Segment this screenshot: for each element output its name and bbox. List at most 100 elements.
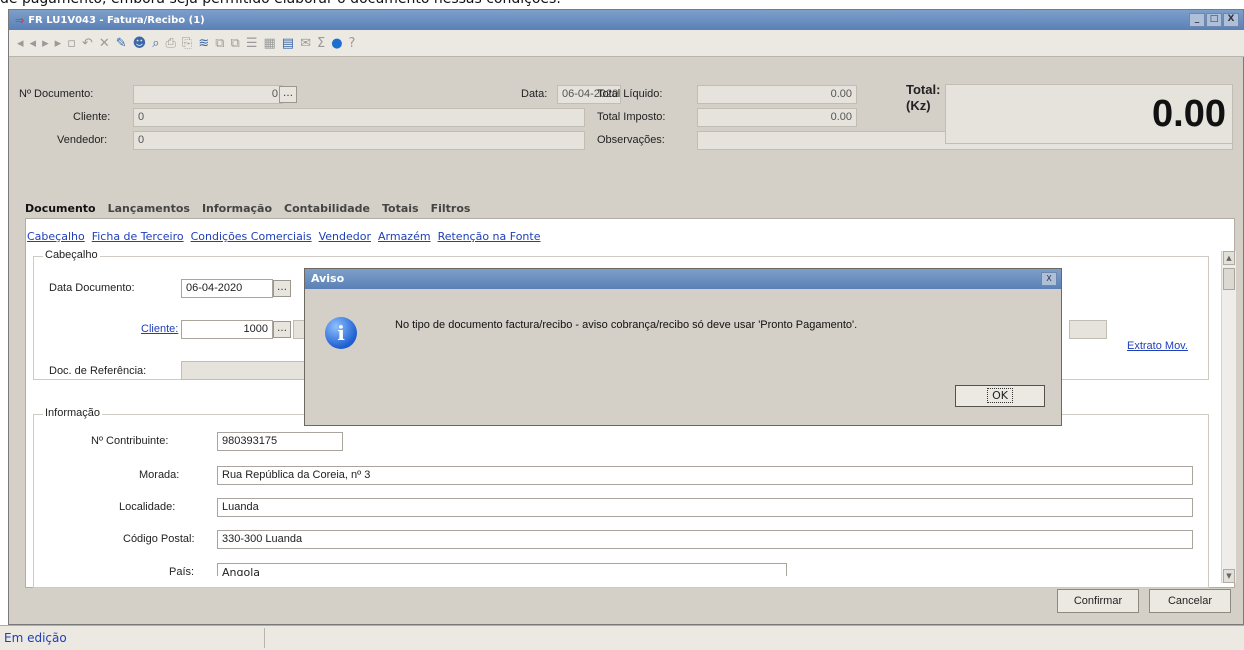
grid-icon[interactable]: ▦ [263, 36, 275, 51]
morada-label: Morada: [139, 469, 180, 481]
print-icon[interactable]: ⎙ [166, 36, 176, 51]
total-display: 0.00 [945, 84, 1233, 144]
cabecalho-title: Cabeçalho [43, 249, 100, 261]
link-condicoes-comerciais[interactable]: Condições Comerciais [191, 230, 312, 243]
tab-contabilidade[interactable]: Contabilidade [284, 202, 370, 215]
reference-doc-field[interactable] [181, 361, 317, 380]
pais-value: Angola [222, 566, 261, 576]
tab-informacao[interactable]: Informação [202, 202, 272, 215]
notes-label: Observações: [597, 134, 665, 146]
nif-field[interactable]: 980393175 [217, 432, 343, 451]
localidade-field[interactable]: Luanda [217, 498, 1193, 517]
mail-icon[interactable]: ✉ [300, 36, 311, 51]
reference-doc-label: Doc. de Referência: [49, 365, 147, 377]
status-divider [264, 628, 265, 648]
total-unit-label: (Kz) [906, 98, 931, 113]
cabecalho-client-field[interactable]: 1000 [181, 320, 273, 339]
paste-icon[interactable]: ⧉ [231, 36, 240, 51]
tab-bar: Documento Lançamentos Informação Contabi… [25, 202, 470, 215]
window-title: FR LU1V043 - Fatura/Recibo (1) [28, 14, 205, 26]
edit-icon[interactable]: ✎ [116, 36, 127, 51]
client-label: Cliente: [73, 111, 111, 123]
doc-date-field[interactable]: 06-04-2020 [181, 279, 273, 298]
tab-filtros[interactable]: Filtros [431, 202, 471, 215]
codigo-postal-label: Código Postal: [123, 533, 195, 545]
doc-number-field[interactable]: 0 [133, 85, 283, 104]
total-label: Total: [906, 82, 941, 97]
info-icon: i [325, 317, 357, 349]
pais-label: País: [169, 566, 195, 576]
copy-icon[interactable]: ⧉ [215, 36, 224, 51]
tax-total-label: Total Imposto: [597, 111, 666, 123]
tab-lancamentos[interactable]: Lançamentos [108, 202, 190, 215]
delete-icon[interactable]: ✕ [99, 36, 110, 51]
doc-date-picker-button[interactable]: … [273, 280, 291, 297]
client-field[interactable]: 0 [133, 108, 585, 127]
warning-dialog: Aviso X i No tipo de documento factura/r… [304, 268, 1062, 426]
users-icon[interactable]: ☻ [133, 36, 147, 51]
binoculars-icon[interactable]: ⌕ [152, 36, 159, 51]
localidade-label: Localidade: [119, 501, 176, 513]
window-controls: _ □ X [1189, 13, 1239, 27]
vertical-scrollbar[interactable]: ▲ ▼ [1221, 251, 1236, 583]
dialog-ok-label: OK [987, 388, 1013, 403]
seller-label: Vendedor: [57, 134, 108, 146]
dialog-ok-button[interactable]: OK [955, 385, 1045, 407]
seller-field[interactable]: 0 [133, 131, 585, 150]
confirm-button[interactable]: Confirmar [1057, 589, 1139, 613]
cabecalho-client-link[interactable]: Cliente: [141, 323, 178, 335]
dialog-message: No tipo de documento factura/recibo - av… [395, 319, 858, 331]
top-caption-text: de pagamento, embora seja permitido elab… [0, 0, 1244, 9]
net-total-label: Total Líquido: [597, 88, 663, 100]
tab-totais[interactable]: Totais [382, 202, 419, 215]
app-icon: ⇒ [15, 13, 25, 27]
status-bar: Em edição [0, 625, 1244, 650]
table-icon[interactable]: ▤ [282, 36, 294, 51]
last-record-icon[interactable]: ▸ [55, 36, 62, 51]
tax-total-field: 0.00 [697, 108, 857, 127]
codigo-postal-field[interactable]: 330-300 Luanda [217, 530, 1193, 549]
maximize-button[interactable]: □ [1206, 13, 1222, 27]
pais-label-clip: País: [159, 566, 199, 576]
minimize-button[interactable]: _ [1189, 13, 1205, 27]
close-button[interactable]: X [1223, 13, 1239, 27]
link-armazem[interactable]: Armazém [378, 230, 431, 243]
first-record-icon[interactable]: ◂ [17, 36, 24, 51]
status-text: Em edição [4, 631, 67, 645]
client-lookup-button[interactable]: … [273, 321, 291, 338]
scroll-down-icon[interactable]: ▼ [1223, 569, 1235, 583]
dialog-close-button[interactable]: X [1041, 272, 1057, 286]
doc-number-lookup-button[interactable]: … [279, 86, 297, 103]
link-vendedor[interactable]: Vendedor [319, 230, 371, 243]
net-total-field: 0.00 [697, 85, 857, 104]
scroll-up-icon[interactable]: ▲ [1223, 251, 1235, 265]
total-value: 0.00 [1152, 93, 1226, 135]
toolbar: ◂ ◂ ▸ ▸ ▫ ↶ ✕ ✎ ☻ ⌕ ⎙ ⎘ ≋ ⧉ ⧉ ☰ ▦ ▤ ✉ Σ … [9, 30, 1244, 57]
dialog-title: Aviso [305, 269, 1061, 289]
globe-icon[interactable]: ● [331, 36, 342, 51]
link-ficha-terceiro[interactable]: Ficha de Terceiro [92, 230, 184, 243]
cancel-button[interactable]: Cancelar [1149, 589, 1231, 613]
layers-icon[interactable]: ≋ [198, 36, 209, 51]
morada-field[interactable]: Rua República da Coreia, nº 3 [217, 466, 1193, 485]
pais-field[interactable]: Angola [217, 563, 787, 576]
informacao-title: Informação [43, 407, 103, 419]
attach-icon[interactable]: ⎘ [182, 36, 192, 51]
scroll-thumb[interactable] [1223, 268, 1235, 290]
help-icon[interactable]: ? [349, 36, 356, 51]
client-extra-field [1069, 320, 1107, 339]
link-retencao-fonte[interactable]: Retenção na Fonte [438, 230, 541, 243]
date-label: Data: [521, 88, 548, 100]
extrato-mov-link[interactable]: Extrato Mov. [1127, 340, 1188, 352]
undo-icon[interactable]: ↶ [82, 36, 93, 51]
new-icon[interactable]: ▫ [67, 36, 76, 51]
link-cabecalho[interactable]: Cabeçalho [27, 230, 85, 243]
sum-icon[interactable]: Σ [317, 36, 325, 51]
section-links: Cabeçalho Ficha de Terceiro Condições Co… [27, 230, 541, 243]
tab-documento[interactable]: Documento [25, 202, 96, 215]
list-icon[interactable]: ☰ [246, 36, 258, 51]
doc-number-label: Nº Documento: [19, 88, 94, 100]
next-record-icon[interactable]: ▸ [42, 36, 49, 51]
nif-label: Nº Contribuinte: [91, 435, 169, 447]
previous-record-icon[interactable]: ◂ [30, 36, 37, 51]
